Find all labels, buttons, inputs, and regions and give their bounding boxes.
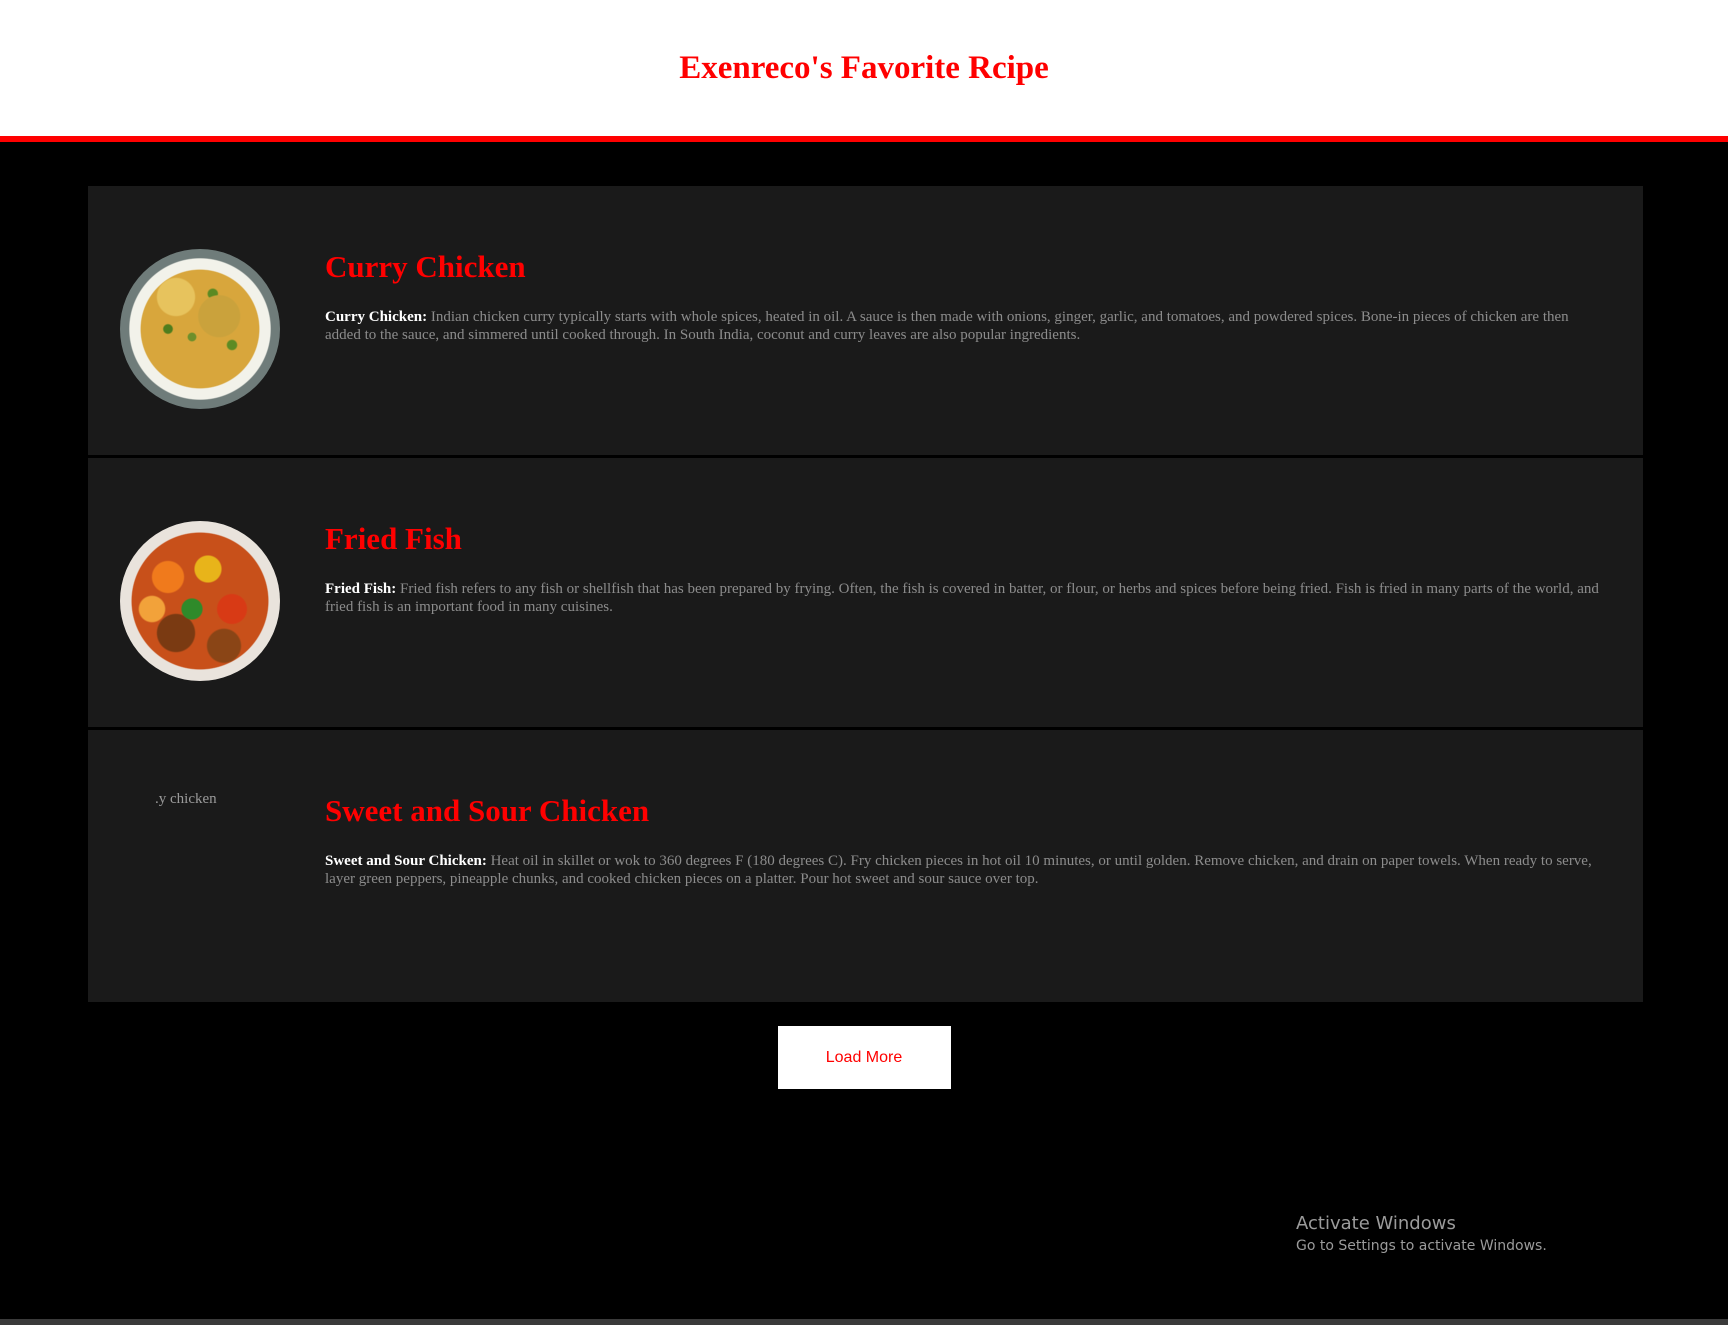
recipe-description: Fried Fish: Fried fish refers to any fis… <box>325 580 1605 616</box>
recipe-card-sweet-sour-chicken: .y chicken Sweet and Sour Chicken Sweet … <box>88 730 1643 1002</box>
curry-chicken-image <box>120 249 280 409</box>
recipe-description: Curry Chicken: Indian chicken curry typi… <box>325 308 1605 344</box>
load-more-container: Load More <box>0 1026 1728 1089</box>
recipe-card-curry-chicken: Curry Chicken Curry Chicken: Indian chic… <box>88 186 1643 458</box>
activate-windows-watermark: Activate Windows Go to Settings to activ… <box>1296 1212 1547 1256</box>
recipe-title: Sweet and Sour Chicken <box>325 793 650 828</box>
image-alt-text: .y chicken <box>155 791 217 807</box>
watermark-title: Activate Windows <box>1296 1213 1456 1234</box>
recipe-body: Fried Fish Fried Fish: Fried fish refers… <box>325 521 1605 616</box>
recipe-description-text: Fried fish refers to any fish or shellfi… <box>325 581 1599 616</box>
recipe-description-text: Indian chicken curry typically starts wi… <box>325 309 1569 344</box>
recipe-body: Sweet and Sour Chicken Sweet and Sour Ch… <box>325 793 1605 888</box>
recipe-list: Curry Chicken Curry Chicken: Indian chic… <box>88 186 1643 1002</box>
recipe-title: Curry Chicken <box>325 249 526 284</box>
recipe-body: Curry Chicken Curry Chicken: Indian chic… <box>325 249 1605 344</box>
recipe-description-label: Fried Fish: <box>325 581 397 598</box>
fried-fish-image <box>120 521 280 681</box>
recipe-description-label: Sweet and Sour Chicken: <box>325 853 487 870</box>
recipe-title: Fried Fish <box>325 521 462 556</box>
broken-image: .y chicken <box>120 791 280 953</box>
recipe-description: Sweet and Sour Chicken: Heat oil in skil… <box>325 852 1605 888</box>
site-header: Exenreco's Favorite Rcipe <box>0 0 1728 142</box>
window-bottom-edge <box>0 1319 1728 1325</box>
recipe-description-label: Curry Chicken: <box>325 309 428 326</box>
recipe-card-fried-fish: Fried Fish Fried Fish: Fried fish refers… <box>88 458 1643 730</box>
load-more-button[interactable]: Load More <box>777 1026 951 1089</box>
site-title: Exenreco's Favorite Rcipe <box>679 50 1049 86</box>
recipe-description-text: Heat oil in skillet or wok to 360 degree… <box>325 853 1592 888</box>
watermark-subtitle: Go to Settings to activate Windows. <box>1296 1238 1547 1254</box>
page: Exenreco's Favorite Rcipe Curry Chicken … <box>0 0 1728 1325</box>
